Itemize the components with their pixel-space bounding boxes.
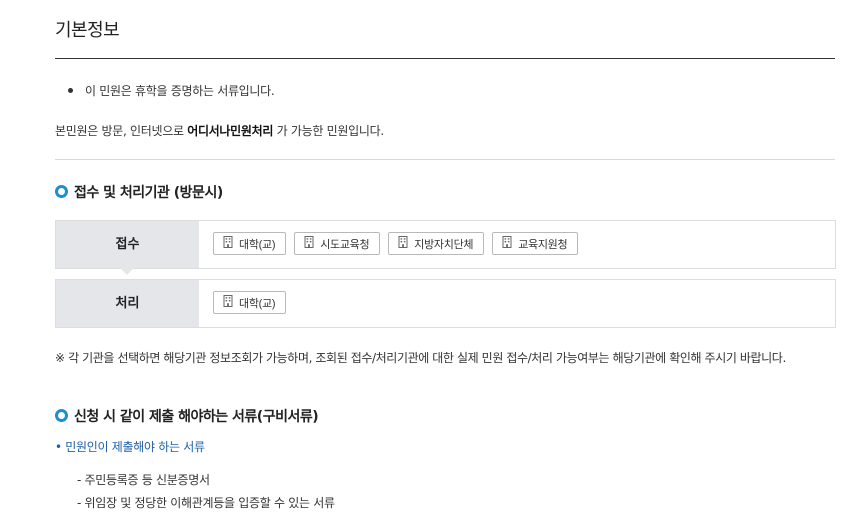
- page-title: 기본정보: [55, 20, 120, 41]
- section-divider: [55, 159, 835, 160]
- building-icon: [398, 236, 408, 251]
- agency-chip-local-government[interactable]: 지방자치단체: [388, 232, 485, 255]
- intro-description: 본민원은 방문, 인터넷으로 어디서나민원처리 가 가능한 민원입니다.: [55, 122, 384, 139]
- list-item: - 주민등록증 등 신분증명서: [77, 473, 210, 487]
- building-icon: [304, 236, 314, 251]
- intro-bullet: 이 민원은 휴학을 증명하는 서류입니다.: [68, 82, 275, 99]
- required-documents-list: - 주민등록증 등 신분증명서 - 위임장 및 정당한 이해관계등을 입증할 수…: [77, 471, 335, 517]
- agency-note: ※ 각 기관을 선택하면 해당기관 정보조회가 가능하며, 조회된 접수/처리기…: [55, 351, 786, 365]
- agency-chip-university[interactable]: 대학(교): [213, 232, 287, 255]
- building-icon: [223, 295, 233, 310]
- agency-chip-provincial-education-office[interactable]: 시도교육청: [294, 232, 381, 255]
- ring-bullet-icon: [55, 184, 68, 198]
- documents-heading-text: 신청 시 같이 제출 해야하는 서류(구비서류): [74, 409, 319, 425]
- chip-label: 대학(교): [239, 238, 276, 251]
- documents-sub-bullet: • 민원인이 제출해야 하는 서류: [55, 440, 205, 454]
- intro-bullet-text: 이 민원은 휴학을 증명하는 서류입니다.: [85, 84, 275, 98]
- agency-chip-group: 대학(교): [213, 291, 287, 314]
- chip-label: 지방자치단체: [414, 238, 474, 251]
- desc-strong: 어디서나민원처리: [187, 124, 274, 138]
- agency-chip-university[interactable]: 대학(교): [213, 291, 287, 314]
- agency-chip-education-support-office[interactable]: 교육지원청: [492, 232, 579, 255]
- building-icon: [502, 236, 512, 251]
- agency-row-label: 처리: [56, 280, 199, 327]
- list-item: - 위임장 및 정당한 이해관계등을 입증할 수 있는 서류: [77, 496, 335, 510]
- agency-chip-group: 대학(교) 시도교육청 지방자치단체 교육지원청: [213, 232, 579, 255]
- chip-label: 교육지원청: [518, 238, 568, 251]
- building-icon: [223, 236, 233, 251]
- agencies-heading: 접수 및 처리기관 (방문시): [55, 182, 223, 202]
- documents-heading: 신청 시 같이 제출 해야하는 서류(구비서류): [55, 406, 319, 426]
- agency-row-reception: 접수 대학(교) 시도교육청 지방자치단체 교육지원청: [55, 220, 836, 275]
- agency-row-processing: 처리 대학(교): [55, 279, 836, 328]
- title-divider: [55, 58, 835, 59]
- agency-row-label: 접수: [56, 221, 199, 275]
- chip-label: 시도교육청: [320, 238, 370, 251]
- agencies-heading-text: 접수 및 처리기관 (방문시): [74, 185, 223, 201]
- desc-prefix: 본민원은 방문, 인터넷으로: [55, 124, 188, 138]
- chip-label: 대학(교): [239, 297, 276, 310]
- desc-suffix: 가 가능한 민원입니다.: [273, 124, 385, 138]
- ring-bullet-icon: [55, 408, 68, 422]
- bullet-dot-icon: [68, 88, 73, 93]
